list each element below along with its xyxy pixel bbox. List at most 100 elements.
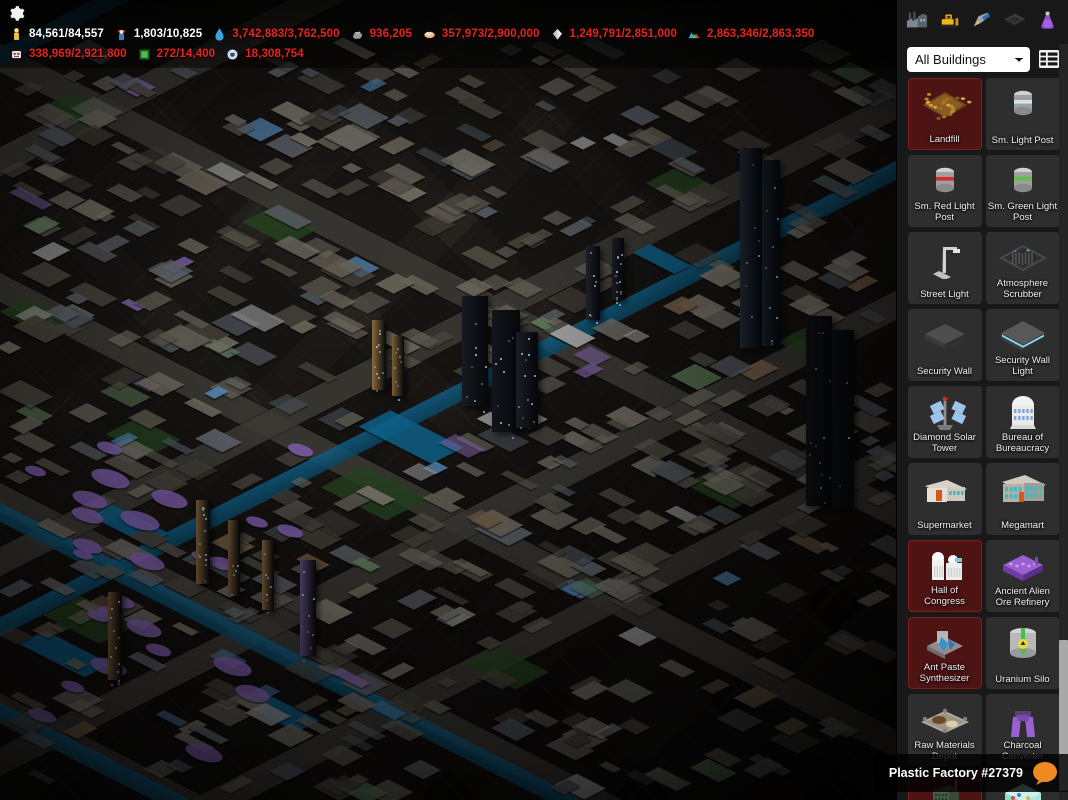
map-window-light xyxy=(621,254,623,256)
building-card[interactable]: Security Wall xyxy=(907,309,982,381)
map-window-light xyxy=(746,262,748,264)
map-window-light xyxy=(308,615,310,617)
building-card[interactable]: Sm. Red Light Post xyxy=(907,155,982,227)
map-window-light xyxy=(819,462,821,464)
resource-ore[interactable]: 936,205 xyxy=(345,24,417,44)
atmosphere-scrubber-icon xyxy=(986,236,1060,280)
building-card[interactable]: Sm. Light Post xyxy=(985,78,1060,150)
map-window-light xyxy=(475,354,477,356)
worker-icon xyxy=(114,27,129,42)
building-card[interactable]: Security Wall Light xyxy=(985,309,1060,381)
resource-value: 3,742,883/3,762,500 xyxy=(232,28,340,40)
raw-materials-depot-icon xyxy=(908,698,982,742)
resource-crystal[interactable]: 1,249,791/2,851,000 xyxy=(545,24,682,44)
building-card[interactable]: Supermarket xyxy=(907,463,982,535)
map-window-light xyxy=(203,508,205,510)
building-category-select[interactable]: All Buildings xyxy=(907,46,1030,72)
map-window-light xyxy=(399,356,401,358)
map-window-light xyxy=(313,598,315,600)
resource-land[interactable]: 272/14,400 xyxy=(132,44,221,64)
map-window-light xyxy=(474,400,476,402)
map-window-light xyxy=(822,332,824,334)
trowel-icon xyxy=(970,9,994,36)
building-card[interactable]: Uranium Silo xyxy=(985,617,1060,689)
map-window-light xyxy=(111,684,113,686)
resource-research[interactable]: 18,308,754 xyxy=(220,44,309,64)
building-card[interactable]: Sm. Green Light Post xyxy=(985,155,1060,227)
tab-tiles[interactable] xyxy=(1002,9,1028,35)
map-window-light xyxy=(528,354,530,356)
building-card[interactable]: Ancient Alien Ore Refinery xyxy=(985,540,1060,612)
map-window-light xyxy=(616,302,618,304)
building-card[interactable]: Hall of Congress xyxy=(907,540,982,612)
map-window-light xyxy=(379,351,381,353)
map-window-light xyxy=(302,594,304,596)
map-window-light xyxy=(270,586,272,588)
gear-icon[interactable] xyxy=(4,2,28,24)
building-card[interactable]: Street Light xyxy=(907,232,982,304)
research-icon xyxy=(225,47,240,62)
alien-ore-refinery-icon xyxy=(986,544,1060,588)
building-list-scroll[interactable]: Landfill Sm. Light Post Sm. Red Light Post… xyxy=(897,78,1068,800)
map-tower xyxy=(262,540,274,610)
map-window-light xyxy=(500,422,502,424)
map-window-light xyxy=(615,275,617,277)
map-window-light xyxy=(466,396,468,398)
map-window-light xyxy=(520,427,522,429)
sidebar-scrollbar-track[interactable] xyxy=(1059,44,1068,800)
map-window-light xyxy=(751,316,753,318)
water-drop-icon xyxy=(212,27,227,42)
map-window-light xyxy=(774,187,776,189)
resource-robots[interactable]: 338,969/2,921,800 xyxy=(4,44,132,64)
map-window-light xyxy=(117,671,119,673)
tab-research[interactable] xyxy=(1035,9,1061,35)
resource-rainbow-ore[interactable]: 2,863,346/2,863,350 xyxy=(682,24,819,44)
tab-bulldoze[interactable] xyxy=(937,9,963,35)
map-window-light xyxy=(821,474,823,476)
map-window-light xyxy=(397,348,399,350)
map-window-light xyxy=(620,291,622,293)
list-view-icon[interactable] xyxy=(1038,48,1060,70)
building-card-label: Security Wall xyxy=(916,365,973,377)
map-window-light xyxy=(205,564,207,566)
building-card[interactable]: Diamond Solar Tower xyxy=(907,386,982,458)
ore-rock-icon xyxy=(350,27,365,42)
tab-buildings[interactable] xyxy=(904,9,930,35)
building-card[interactable]: Bureau of Bureaucracy xyxy=(985,386,1060,458)
building-card-label: Sm. Light Post xyxy=(991,134,1054,146)
map-window-light xyxy=(823,437,825,439)
notification-toast[interactable]: Plastic Factory #27379 xyxy=(874,754,1068,792)
map-window-light xyxy=(508,340,510,342)
resource-water[interactable]: 3,742,883/3,762,500 xyxy=(207,24,344,44)
building-card[interactable]: Atmosphere Scrubber xyxy=(985,232,1060,304)
map-viewport[interactable] xyxy=(0,0,896,800)
map-window-light xyxy=(379,333,381,335)
resource-population[interactable]: 84,561/84,557 xyxy=(4,24,109,44)
building-card-label: Supermarket xyxy=(917,519,972,531)
map-window-light xyxy=(113,630,115,632)
map-window-light xyxy=(616,291,618,293)
crystal-icon xyxy=(550,27,565,42)
building-card[interactable]: Megamart xyxy=(985,463,1060,535)
hall-of-congress-icon xyxy=(909,545,981,589)
map-window-light xyxy=(594,285,596,287)
building-card-label: Bureau of Bureaucracy xyxy=(995,432,1050,454)
tab-terrain[interactable] xyxy=(969,9,995,35)
resource-list: 84,561/84,557 1,803/10,825 3,742,883/3,762… xyxy=(4,24,892,64)
map-window-light xyxy=(118,637,120,639)
resource-food[interactable]: 357,973/2,900,000 xyxy=(417,24,545,44)
map-window-light xyxy=(619,304,621,306)
light-post-icon xyxy=(986,82,1060,126)
building-card[interactable]: Ant Paste Synthesizer xyxy=(907,617,982,689)
map-window-light xyxy=(766,210,768,212)
map-window-light xyxy=(118,601,120,603)
map-tower xyxy=(300,560,316,656)
resource-workers[interactable]: 1,803/10,825 xyxy=(109,24,207,44)
building-card[interactable]: Landfill xyxy=(907,78,982,150)
map-window-light xyxy=(525,359,527,361)
megamart-icon xyxy=(986,467,1060,511)
map-window-light xyxy=(595,281,597,283)
map-window-light xyxy=(395,352,397,354)
map-window-light xyxy=(617,256,619,258)
map-window-light xyxy=(118,663,120,665)
